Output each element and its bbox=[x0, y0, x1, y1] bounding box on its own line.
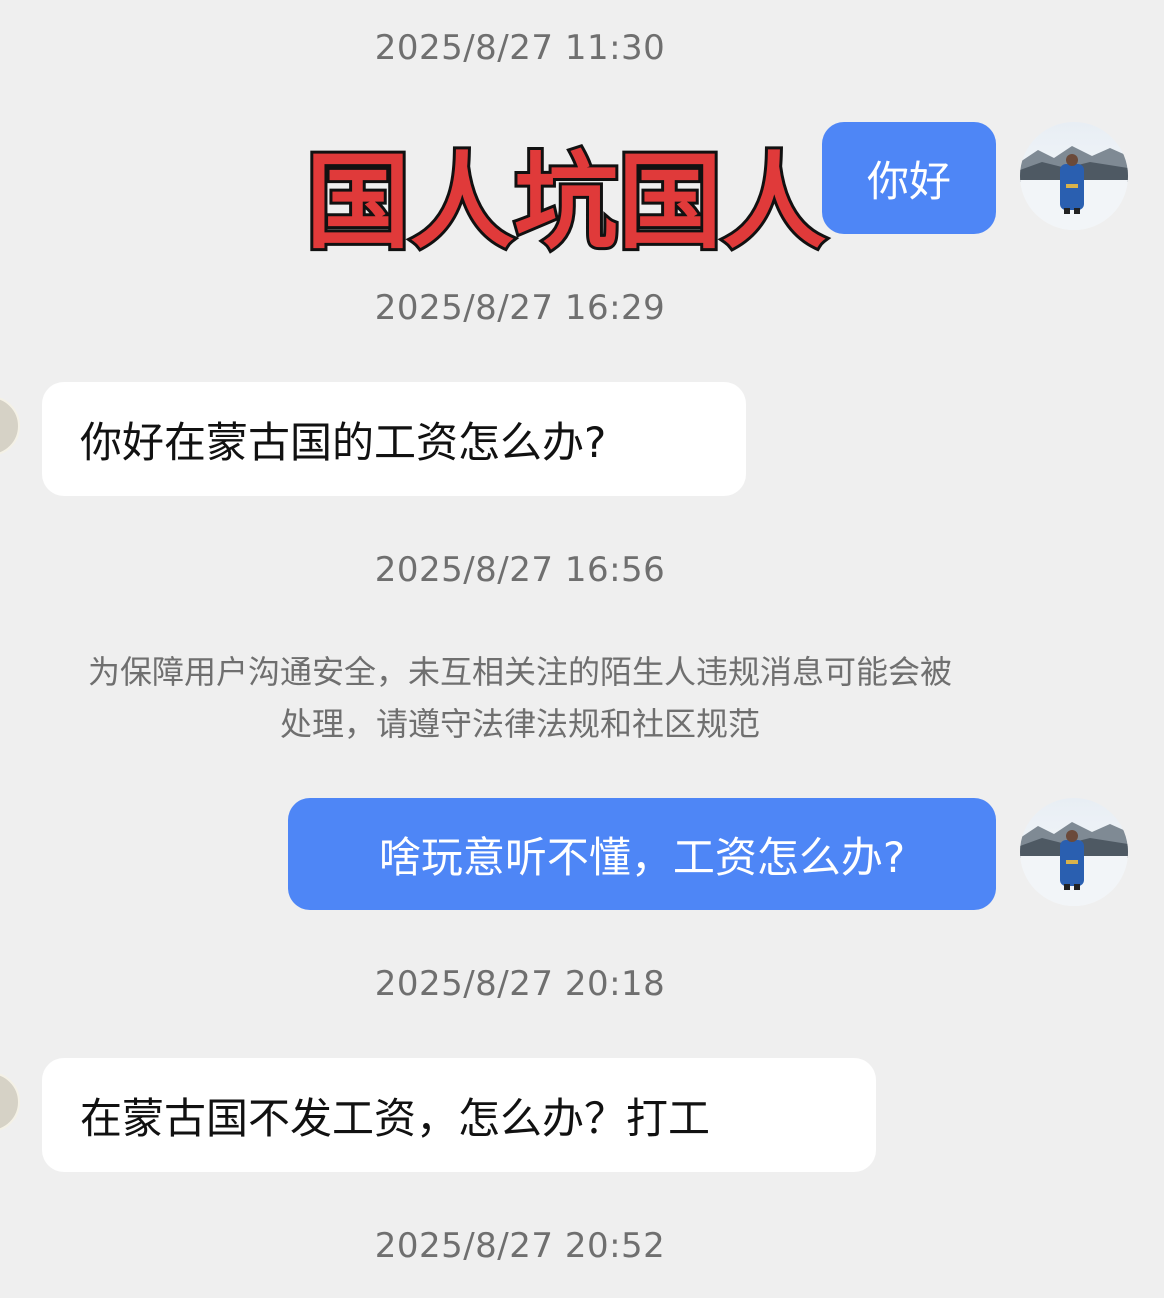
system-notice-line: 为保障用户沟通安全，未互相关注的陌生人违规消息可能会被 bbox=[87, 653, 952, 691]
message-bubble-outgoing[interactable]: 啥玩意听不懂，工资怎么办? bbox=[288, 798, 996, 910]
system-notice-line: 处理，请遵守法律法规和社区规范 bbox=[279, 705, 760, 743]
sender-avatar[interactable] bbox=[0, 396, 20, 456]
timestamp: 2025/8/27 20:52 bbox=[374, 1226, 666, 1266]
message-text: 你好 bbox=[866, 156, 951, 206]
timestamp: 2025/8/27 16:29 bbox=[374, 288, 666, 328]
message-bubble-incoming[interactable]: 在蒙古国不发工资，怎么办？打工 bbox=[42, 1058, 876, 1172]
message-bubble-outgoing[interactable]: 你好 bbox=[822, 122, 996, 234]
system-notice: 为保障用户沟通安全，未互相关注的陌生人违规消息可能会被 处理，请遵守法律法规和社… bbox=[20, 646, 1020, 750]
message-text: 你好在蒙古国的工资怎么办? bbox=[80, 417, 607, 467]
user-avatar-icon bbox=[1020, 122, 1128, 230]
timestamp: 2025/8/27 20:18 bbox=[374, 964, 666, 1004]
message-text: 啥玩意听不懂，工资怎么办? bbox=[378, 832, 906, 882]
avatar[interactable] bbox=[1020, 122, 1128, 230]
message-text: 在蒙古国不发工资，怎么办？打工 bbox=[80, 1093, 711, 1143]
timestamp: 2025/8/27 11:30 bbox=[374, 28, 666, 68]
sender-avatar[interactable] bbox=[0, 1072, 20, 1132]
timestamp: 2025/8/27 16:56 bbox=[374, 550, 666, 590]
message-bubble-incoming[interactable]: 你好在蒙古国的工资怎么办? bbox=[42, 382, 746, 496]
avatar[interactable] bbox=[1020, 798, 1128, 906]
overlay-title-text: 国人坑国人 bbox=[306, 141, 826, 263]
user-avatar-icon bbox=[1020, 798, 1128, 906]
overlay-title: 国人坑国人 bbox=[303, 138, 829, 266]
